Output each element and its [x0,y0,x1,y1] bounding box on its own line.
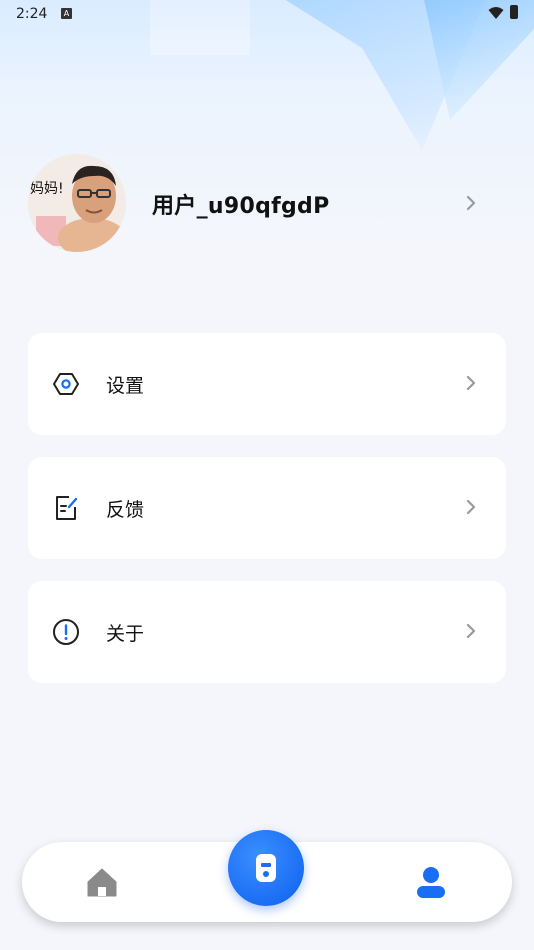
settings-hexagon-icon [53,373,79,395]
profile-header[interactable]: 妈妈! 用户_u90qfgdP [28,154,506,254]
chevron-right-icon [466,195,476,211]
bottom-navigation [22,830,512,922]
menu-item-label: 反馈 [106,499,145,521]
menu-item-label: 关于 [106,623,145,645]
menu-item-settings[interactable]: 设置 [28,333,506,435]
home-icon[interactable] [86,866,118,898]
about-info-icon [53,619,79,645]
username: 用户_u90qfgdP [152,194,330,219]
avatar[interactable]: 妈妈! [28,154,126,252]
profile-icon[interactable] [416,866,446,898]
remote-control-button[interactable] [228,830,304,906]
chevron-right-icon [466,375,476,391]
chevron-right-icon [466,499,476,515]
status-time: 2:24 [16,6,48,22]
menu-item-about[interactable]: 关于 [28,581,506,683]
avatar-caption: 妈妈! [30,181,64,197]
avatar-image [28,154,126,252]
menu-item-label: 设置 [106,375,145,397]
feedback-edit-icon [56,496,78,520]
status-bar: 2:24 A [0,0,534,28]
chevron-right-icon [466,623,476,639]
remote-control-icon [256,854,276,882]
battery-icon [510,5,518,19]
notification-icon: A [61,8,72,19]
wifi-icon [488,7,504,19]
menu-item-feedback[interactable]: 反馈 [28,457,506,559]
